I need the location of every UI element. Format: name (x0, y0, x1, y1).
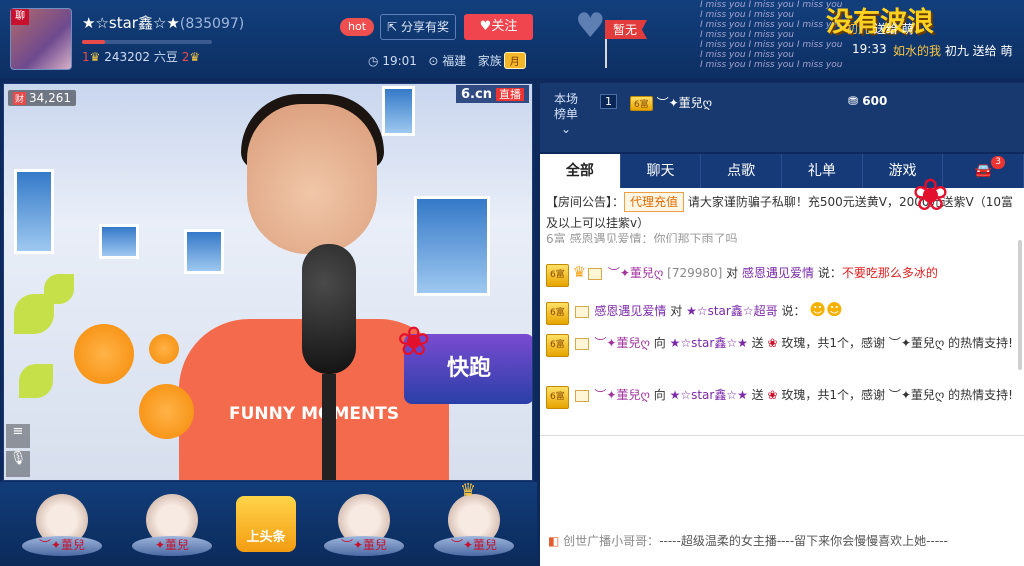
seat-2[interactable]: ✦董兒 (132, 492, 212, 564)
heart-icon: ♥ (479, 19, 492, 34)
tab-car[interactable]: 🚘 3 (943, 154, 1024, 188)
badge-icon (574, 337, 589, 350)
chat-message: 6富 ︶✦董兒ღ 向 ★☆star鑫☆★ 送 ❀ 玫瑰，共1个，感谢 ︶✦董兒ღ… (546, 333, 1016, 357)
crown-icon: ♛ (572, 263, 587, 281)
rank-user[interactable]: 6富 ︶✦董兒ღ (630, 94, 712, 111)
tab-gifts[interactable]: 礼单 (782, 154, 863, 188)
coin-icon: ⛃ (848, 94, 859, 108)
clock-icon: ◷ (368, 54, 379, 68)
level-progress (82, 40, 212, 44)
volume-bars-icon[interactable]: ≡ (6, 424, 30, 448)
badge-icon (574, 305, 589, 318)
broadcast-icon: ◧ (548, 534, 560, 548)
crown-icon: ♛ (460, 480, 477, 501)
headline-button[interactable]: 上头条 (236, 496, 296, 552)
chevron-down-icon: ⌄ (560, 122, 572, 136)
room-meta: ◷ 19:01 ⊙ 福建 家族月 (368, 52, 526, 69)
rank-position: 1 (600, 94, 617, 109)
car-count-badge: 3 (991, 156, 1006, 169)
car-icon: 🚘 (974, 163, 992, 179)
video-stream[interactable]: FUNNY MOMENTS 快跑 ❀ (3, 83, 533, 481)
badge-icon (574, 389, 589, 402)
host-name: ★☆star鑫☆★(835097) (82, 14, 245, 32)
month-badge: 月 (503, 52, 526, 69)
broadcast-message: ◧ 创世广播小哥哥：-----超级温柔的女主播----留下来你会慢慢喜欢上她--… (548, 534, 948, 548)
badge-icon (588, 267, 603, 280)
chat-tabs: 全部 聊天 点歌 礼单 游戏 🚘 3 (540, 154, 1024, 188)
share-button[interactable]: ⇱ 分享有奖 (380, 14, 456, 40)
host-stats: 1♛ 243202 六豆 2♛ (82, 50, 201, 64)
rank-score: ⛃ 600 (848, 94, 888, 108)
agent-recharge-button[interactable]: 代理充值 (624, 192, 685, 212)
host-avatar[interactable]: 聊 (10, 8, 72, 70)
time-text: 19:01 (382, 54, 417, 68)
site-logo: 6.cn 直播 (456, 85, 529, 103)
gift-line: 如水的我 初九 送给 萌 (893, 44, 1013, 58)
list-item: 6富 感恩遇见爱情：你们那下雨了吗 (546, 232, 738, 243)
share-icon: ⇱ (387, 20, 398, 34)
seat-1[interactable]: ︶✦董兒 (22, 492, 102, 564)
microphone (302, 244, 356, 374)
live-badge: 直播 (495, 88, 524, 101)
follow-button[interactable]: ♥关注 (464, 14, 533, 40)
rose-icon: ❀ (912, 170, 949, 221)
rose-icon: ❀ (397, 319, 431, 365)
hot-badge: hot (340, 18, 375, 36)
host-id: (835097) (179, 16, 245, 32)
gift-line: 初九 送给 萌 (846, 22, 914, 36)
tab-all[interactable]: 全部 (540, 154, 621, 188)
heart-icon: ♥ (575, 6, 606, 46)
location-icon: ⊙ (428, 54, 439, 68)
chat-tag: 聊 (11, 9, 29, 25)
beans-count: 243202 六豆 (104, 50, 178, 64)
rose-icon: ❀ (767, 336, 778, 350)
chat-message: 6富 ︶✦董兒ღ 向 ★☆star鑫☆★ 送 ❀ 玫瑰，共1个，感谢 ︶✦董兒ღ… (546, 385, 1016, 409)
crown-icon: ♛ (189, 50, 201, 64)
chat-message: 6富 ♛ ︶✦董兒ღ [729980] 对 感恩遇见爱情 说：不要吃那么多冰的 (546, 262, 1016, 287)
seat-4[interactable]: ︶✦董兒 (434, 492, 514, 564)
tab-chat[interactable]: 聊天 (621, 154, 702, 188)
viewer-count: 财 34,261 (8, 90, 77, 106)
chat-area: 【房间公告】： 代理充值 请大家谨防骗子私聊！充500元送黄V，2000元送紫V（… (540, 188, 1024, 566)
shirt-text: FUNNY MOMENTS (229, 404, 400, 424)
none-flag: 暂无 (605, 20, 648, 39)
tab-song[interactable]: 点歌 (701, 154, 783, 188)
chat-message: 6富 感恩遇见爱情 对 ★☆star鑫☆超哥 说： ☻☻ (546, 299, 1016, 325)
seat-3[interactable]: ︶✦董兒 (324, 492, 404, 564)
gift-line: 19:33 (852, 42, 887, 56)
rose-icon: ❀ (767, 388, 778, 402)
emoji-icon: ☻☻ (809, 300, 843, 319)
microphone-icon[interactable]: 🎙 (6, 451, 30, 477)
chat-scrollbar[interactable] (1018, 240, 1022, 370)
crown-icon: ♛ (89, 50, 101, 64)
wealth-level: 6富 (630, 96, 653, 111)
ranking-toggle[interactable]: 本场 榜单 ⌄ (546, 92, 586, 137)
